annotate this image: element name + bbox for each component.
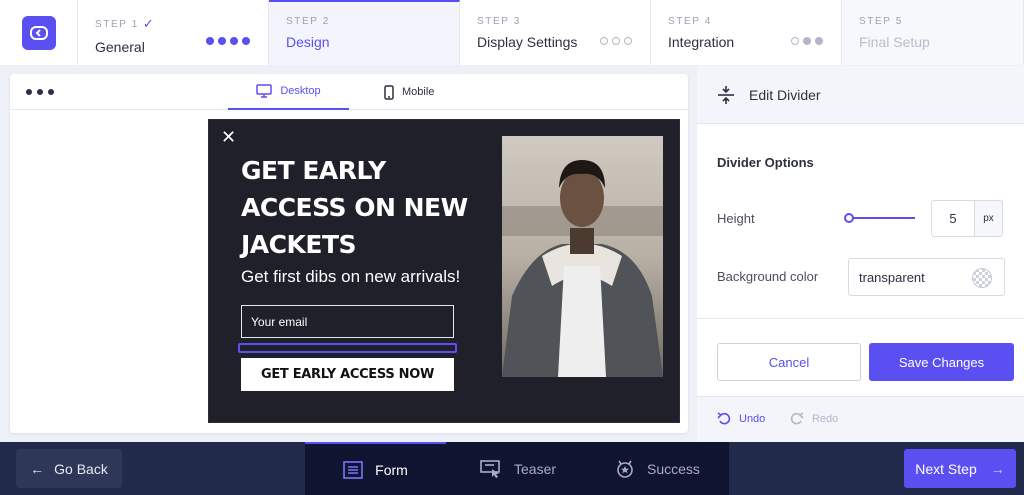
undo-button[interactable]: Undo bbox=[717, 412, 765, 425]
popup-preview[interactable]: ✕ GET EARLY ACCESS ON NEW JACKETS Get fi… bbox=[208, 119, 680, 423]
height-unit: px bbox=[975, 200, 1003, 237]
slider-handle[interactable] bbox=[843, 213, 854, 223]
background-color-field[interactable]: transparent bbox=[848, 258, 1005, 296]
tab-success[interactable]: Success bbox=[615, 442, 700, 495]
next-step-button[interactable]: Next Step → bbox=[904, 449, 1016, 488]
logo-area bbox=[0, 0, 78, 65]
tab-label: Success bbox=[647, 460, 700, 477]
background-color-value: transparent bbox=[859, 269, 925, 285]
undo-label: Undo bbox=[739, 412, 766, 425]
design-preview: Desktop Mobile ✕ GET EARLY ACCESS ON NEW… bbox=[10, 74, 688, 433]
progress-dots bbox=[600, 37, 632, 45]
tab-mobile[interactable]: Mobile bbox=[372, 74, 446, 110]
selected-divider[interactable] bbox=[238, 343, 457, 353]
close-icon[interactable]: ✕ bbox=[221, 127, 236, 148]
step-number: STEP 1 bbox=[95, 18, 139, 30]
edit-divider-panel: Edit Divider Divider Options Height 5 px… bbox=[697, 66, 1024, 442]
popup-subhead[interactable]: Get first dibs on new arrivals! bbox=[241, 267, 460, 287]
step-number: STEP 4 bbox=[668, 16, 712, 27]
go-back-button[interactable]: ← Go Back bbox=[16, 449, 122, 488]
step-number: STEP 3 bbox=[477, 16, 521, 27]
form-icon bbox=[343, 460, 363, 479]
step-title: Final Setup bbox=[859, 34, 930, 50]
mobile-icon bbox=[384, 84, 394, 100]
height-input[interactable]: 5 bbox=[931, 200, 975, 237]
cancel-button[interactable]: Cancel bbox=[717, 343, 861, 381]
view-tabs: Form Teaser Success bbox=[305, 442, 729, 495]
preview-toolbar: Desktop Mobile bbox=[10, 74, 688, 110]
step-title: Design bbox=[286, 34, 330, 50]
tab-label: Mobile bbox=[402, 86, 435, 98]
undo-icon bbox=[717, 412, 731, 425]
step-general[interactable]: STEP 1 ✓ General bbox=[78, 0, 269, 65]
popup-headline[interactable]: GET EARLY ACCESS ON NEW JACKETS bbox=[241, 152, 471, 263]
bottom-bar: ← Go Back Form Teaser Success Next Step … bbox=[0, 442, 1024, 495]
teaser-icon bbox=[480, 459, 500, 478]
redo-icon bbox=[790, 412, 804, 425]
tab-form[interactable]: Form bbox=[305, 442, 446, 495]
check-icon: ✓ bbox=[142, 16, 154, 31]
email-field[interactable]: Your email bbox=[241, 305, 454, 338]
step-integration[interactable]: STEP 4 Integration bbox=[651, 0, 842, 65]
model-photo[interactable] bbox=[502, 136, 663, 377]
tab-label: Desktop bbox=[280, 85, 321, 97]
go-back-label: Go Back bbox=[54, 460, 108, 477]
tab-desktop[interactable]: Desktop bbox=[228, 74, 349, 110]
arrow-right-icon: → bbox=[990, 460, 1005, 477]
height-label: Height bbox=[717, 211, 755, 226]
cta-button[interactable]: GET EARLY ACCESS NOW bbox=[241, 358, 454, 391]
history-bar: Undo Redo bbox=[697, 396, 1024, 442]
tab-label: Teaser bbox=[514, 460, 557, 477]
divider-line bbox=[697, 318, 1024, 319]
redo-label: Redo bbox=[812, 412, 839, 425]
app-logo-icon[interactable] bbox=[21, 15, 56, 50]
arrow-left-icon: ← bbox=[30, 460, 45, 477]
step-final-setup[interactable]: STEP 5 Final Setup bbox=[842, 0, 1024, 65]
progress-dots bbox=[206, 37, 250, 45]
height-slider[interactable] bbox=[843, 213, 915, 223]
panel-title: Edit Divider bbox=[749, 86, 821, 103]
step-number: STEP 5 bbox=[859, 16, 903, 27]
background-color-label: Background color bbox=[717, 269, 819, 284]
wizard-stepper: STEP 1 ✓ General STEP 2 Design STEP 3 Dis… bbox=[0, 0, 1024, 65]
success-badge-icon bbox=[617, 460, 633, 478]
redo-button[interactable]: Redo bbox=[790, 412, 838, 425]
desktop-icon bbox=[256, 84, 273, 98]
panel-header: Edit Divider bbox=[697, 66, 1024, 124]
divider-icon bbox=[718, 85, 734, 104]
tab-label: Form bbox=[375, 461, 408, 478]
step-number: STEP 2 bbox=[286, 16, 330, 27]
transparent-swatch-icon[interactable] bbox=[972, 268, 992, 288]
section-title: Divider Options bbox=[717, 155, 814, 170]
next-step-label: Next Step bbox=[915, 460, 977, 477]
step-design[interactable]: STEP 2 Design bbox=[269, 0, 460, 65]
step-display-settings[interactable]: STEP 3 Display Settings bbox=[460, 0, 651, 65]
tab-teaser[interactable]: Teaser bbox=[480, 442, 556, 495]
more-options-icon[interactable] bbox=[26, 89, 54, 95]
progress-dots bbox=[791, 37, 823, 45]
save-changes-button[interactable]: Save Changes bbox=[869, 343, 1014, 381]
